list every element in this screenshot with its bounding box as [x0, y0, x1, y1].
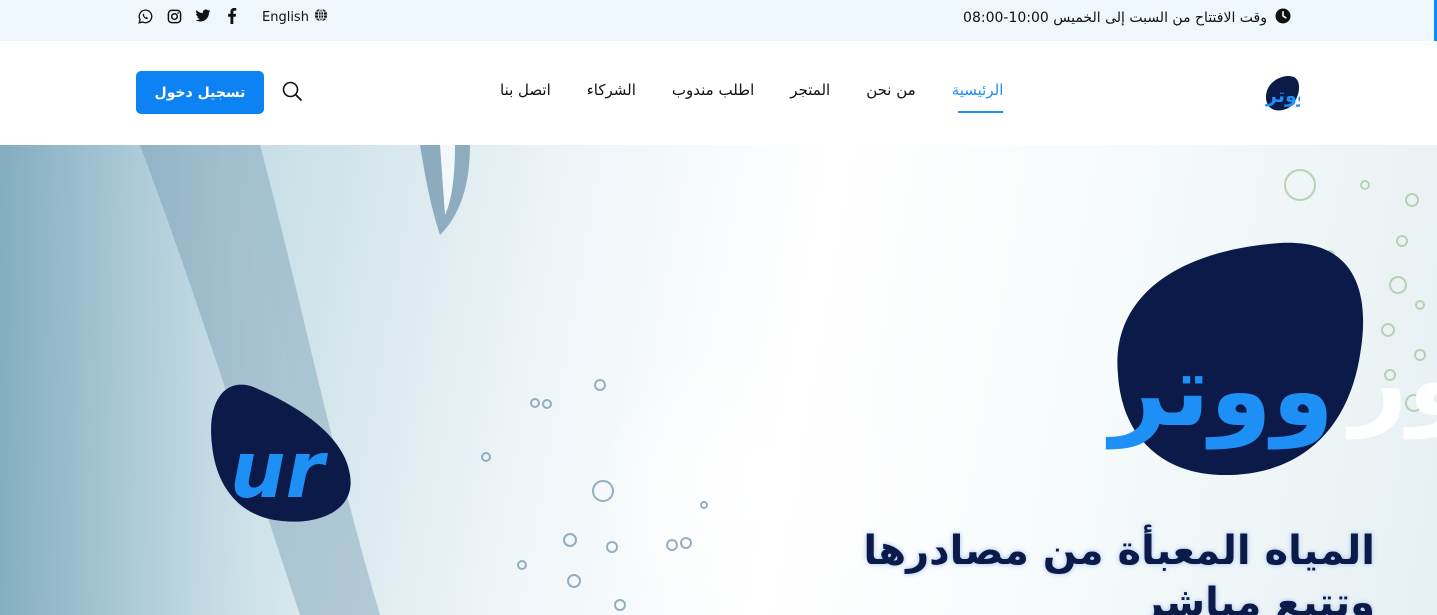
hero-banner: ur يور ووتر المياه المعبأة من مصادرها وت…	[0, 145, 1437, 615]
ur-mark-text: ur	[230, 426, 329, 516]
nav-item-contact[interactable]: اتصل بنا	[500, 77, 551, 113]
language-switcher[interactable]: English	[262, 7, 328, 27]
logo-mark-water: ووتر	[1265, 85, 1300, 107]
twitter-icon[interactable]	[195, 8, 211, 24]
facebook-icon[interactable]	[224, 8, 240, 24]
search-icon[interactable]	[281, 80, 303, 102]
hero-logo-ur: يور	[1345, 322, 1437, 440]
main-navigation: الرئيسية من نحن المتجر اطلب مندوب الشركا…	[500, 77, 1003, 117]
main-header: يور ووتر الرئيسية من نحن المتجر اطلب مند…	[0, 41, 1437, 145]
site-logo[interactable]: يور ووتر	[1214, 73, 1328, 113]
instagram-icon[interactable]	[166, 8, 182, 24]
nav-item-request-agent[interactable]: اطلب مندوب	[672, 77, 754, 113]
clock-icon	[1275, 8, 1291, 28]
whatsapp-icon[interactable]	[137, 8, 153, 24]
nav-item-home[interactable]: الرئيسية	[952, 77, 1003, 113]
hero-logo-water: ووتر	[1105, 332, 1334, 450]
nav-item-store[interactable]: المتجر	[790, 77, 830, 113]
login-button[interactable]: تسجيل دخول	[136, 71, 264, 114]
social-links	[137, 7, 240, 25]
globe-icon	[314, 8, 328, 26]
hero-logo: يور ووتر	[1105, 242, 1437, 476]
ur-brand-mark: ur	[211, 384, 351, 522]
top-bar: English وقت الافتتاح من السبت إلى الخميس…	[0, 0, 1437, 84]
opening-hours: وقت الافتتاح من السبت إلى الخميس 10:00-0…	[963, 7, 1291, 29]
hero-tagline: المياه المعبأة من مصادرها وتتبع مباشر	[863, 528, 1375, 615]
opening-hours-text: وقت الافتتاح من السبت إلى الخميس 10:00-0…	[963, 10, 1267, 26]
language-label: English	[262, 9, 309, 25]
nav-item-about[interactable]: من نحن	[866, 77, 916, 113]
nav-item-partners[interactable]: الشركاء	[587, 77, 636, 113]
